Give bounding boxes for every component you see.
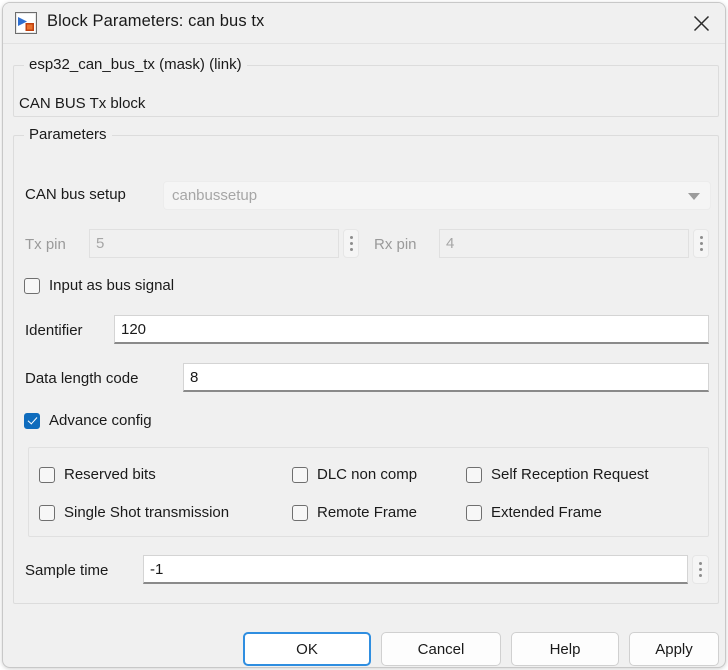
remote-frame-label: Remote Frame: [317, 504, 418, 521]
single-shot-transmission-checkbox[interactable]: Single Shot transmission: [39, 504, 229, 521]
rx-pin-label: Rx pin: [374, 236, 417, 253]
tx-pin-input[interactable]: [89, 229, 339, 258]
tx-pin-label: Tx pin: [25, 236, 66, 253]
advance-options-panel: Reserved bits DLC non comp Self Receptio…: [28, 447, 709, 537]
identifier-input[interactable]: [114, 315, 709, 344]
checkbox-indicator: [466, 466, 482, 483]
data-length-code-label: Data length code: [25, 370, 139, 387]
checkbox-indicator: [24, 277, 40, 294]
advance-config-label: Advance config: [49, 412, 152, 429]
rx-pin-input[interactable]: [439, 229, 689, 258]
chevron-down-icon: [688, 193, 700, 200]
title-bar: Block Parameters: can bus tx: [3, 3, 725, 44]
reserved-bits-label: Reserved bits: [64, 466, 156, 483]
reserved-bits-checkbox[interactable]: Reserved bits: [39, 466, 156, 483]
rx-pin-more-icon[interactable]: [693, 229, 709, 258]
block-parameters-dialog: Block Parameters: can bus tx esp32_can_b…: [2, 2, 726, 668]
input-as-bus-signal-checkbox[interactable]: Input as bus signal: [24, 277, 174, 294]
checkbox-indicator: [466, 504, 482, 521]
close-icon[interactable]: [677, 3, 725, 43]
ok-button[interactable]: OK: [243, 632, 371, 666]
sample-time-input[interactable]: [143, 555, 688, 584]
apply-button[interactable]: Apply: [629, 632, 719, 666]
extended-frame-label: Extended Frame: [491, 504, 602, 521]
extended-frame-checkbox[interactable]: Extended Frame: [466, 504, 602, 521]
self-reception-request-checkbox[interactable]: Self Reception Request: [466, 466, 649, 483]
dlc-non-comp-label: DLC non comp: [317, 466, 418, 483]
input-as-bus-signal-label: Input as bus signal: [49, 277, 175, 294]
checkbox-indicator: [292, 504, 308, 521]
can-bus-setup-value: canbussetup: [172, 187, 258, 204]
mask-groupbox-legend: esp32_can_bus_tx (mask) (link): [24, 56, 247, 73]
advance-config-checkbox[interactable]: Advance config: [24, 412, 152, 429]
self-reception-request-label: Self Reception Request: [491, 466, 649, 483]
window-title: Block Parameters: can bus tx: [47, 12, 265, 30]
can-bus-setup-label: CAN bus setup: [25, 186, 126, 203]
dlc-non-comp-checkbox[interactable]: DLC non comp: [292, 466, 417, 483]
single-shot-transmission-label: Single Shot transmission: [64, 504, 230, 521]
can-bus-setup-dropdown[interactable]: canbussetup: [163, 181, 711, 210]
help-button[interactable]: Help: [511, 632, 619, 666]
identifier-label: Identifier: [25, 322, 83, 339]
tx-pin-more-icon[interactable]: [343, 229, 359, 258]
block-description: CAN BUS Tx block: [19, 95, 146, 112]
checkbox-indicator: [39, 504, 55, 521]
checkbox-indicator: [24, 412, 40, 429]
cancel-button[interactable]: Cancel: [381, 632, 501, 666]
sample-time-more-icon[interactable]: [692, 555, 709, 584]
checkbox-indicator: [292, 466, 308, 483]
data-length-code-input[interactable]: [183, 363, 709, 392]
sample-time-label: Sample time: [25, 562, 109, 579]
parameters-groupbox-legend: Parameters: [24, 126, 112, 143]
simulink-block-icon: [15, 12, 37, 34]
checkbox-indicator: [39, 466, 55, 483]
remote-frame-checkbox[interactable]: Remote Frame: [292, 504, 417, 521]
